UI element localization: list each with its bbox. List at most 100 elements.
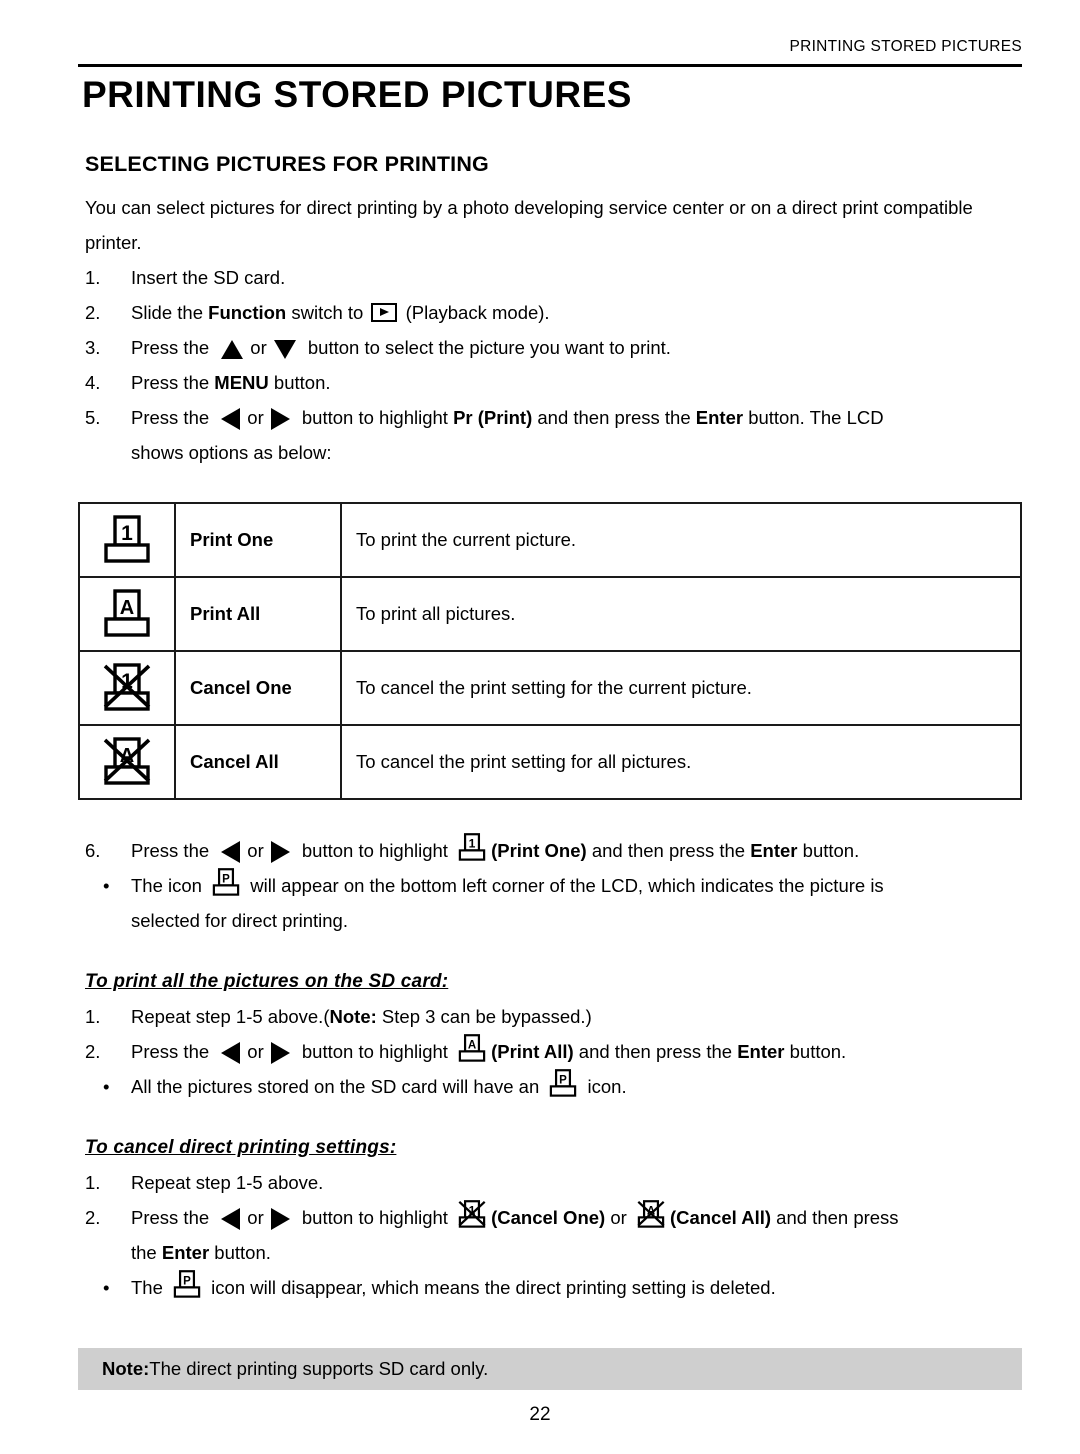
bullet-list-print-one: • The icon P will appear on the bottom l…: [85, 868, 1025, 938]
content-top: You can select pictures for direct print…: [85, 190, 1025, 470]
table-cell-name: Print All: [174, 576, 342, 652]
step-text-post3: button.: [797, 840, 860, 861]
print-one-icon: 1: [457, 833, 487, 862]
step-text-post: button to select the picture you want to…: [302, 337, 671, 358]
list-item: • The icon P will appear on the bottom l…: [85, 868, 1025, 938]
keyword-enter: Enter: [695, 407, 744, 428]
arrow-right-icon: [270, 1208, 290, 1231]
step-number: 2.: [85, 302, 101, 323]
step-number: 1.: [85, 1006, 101, 1027]
print-all-icon: A: [101, 589, 153, 639]
step-text-pre: Press the: [131, 840, 215, 861]
bullet-text-pre: The: [131, 1277, 169, 1298]
table-row: 1 Print One To print the current picture…: [78, 502, 1022, 578]
step-item: 4. Press the MENU button.: [85, 365, 1025, 400]
svg-text:P: P: [183, 1276, 191, 1288]
step-text: Repeat step 1-5 above.: [131, 1172, 324, 1193]
svg-text:A: A: [120, 597, 134, 619]
step-text-mid: or: [247, 407, 264, 428]
table-row: A Print All To print all pictures.: [78, 576, 1022, 652]
bullet-text-pre: The icon: [131, 875, 208, 896]
arrow-right-icon: [270, 408, 290, 431]
table-cell-name: Cancel One: [174, 650, 342, 726]
keyword-enter: Enter: [750, 840, 798, 861]
table-cell-icon: A: [78, 724, 176, 800]
svg-text:P: P: [222, 874, 230, 886]
intro-paragraph: You can select pictures for direct print…: [85, 197, 973, 253]
step-text-post3: button. The LCD: [743, 407, 884, 428]
step-text-mid: or: [247, 1041, 264, 1062]
keyword-print-all: (Print All): [491, 1041, 574, 1062]
table-cell-description: To print the current picture.: [340, 502, 1022, 578]
steps-list-print-all: 1. Repeat step 1-5 above.(Note: Step 3 c…: [85, 999, 1025, 1069]
step-item: 1. Repeat step 1-5 above.(Note: Step 3 c…: [85, 999, 1025, 1034]
page-title: PRINTING STORED PICTURES: [82, 74, 632, 115]
step-item: 6. Press the or button to highlight 1 (Pr…: [85, 833, 1025, 868]
svg-text:1: 1: [121, 522, 133, 545]
bullet-list-print-all: • All the pictures stored on the SD card…: [85, 1069, 1025, 1104]
step-text: Insert the SD card.: [131, 267, 286, 288]
bullet-list-cancel: • The P icon will disappear, which means…: [85, 1270, 1025, 1305]
playback-mode-icon: [371, 303, 398, 323]
bullet-text-post: will appear on the bottom left corner of…: [245, 875, 884, 896]
step-text-pre: Press the: [131, 337, 215, 358]
subheading-print-all: To print all the pictures on the SD card…: [85, 971, 449, 992]
step-text-pre: Press the: [131, 407, 215, 428]
table-cell-icon: 1: [78, 650, 176, 726]
step-text-pre: Press the: [131, 372, 215, 393]
step-text-post3: button.: [784, 1041, 847, 1062]
arrow-right-icon: [270, 841, 290, 864]
step-text-post: button.: [268, 372, 331, 393]
svg-text:A: A: [468, 1040, 477, 1052]
print-mark-icon: P: [548, 1069, 578, 1098]
step-line2-post: button.: [209, 1242, 271, 1263]
cancel-all-icon: A: [636, 1200, 666, 1229]
step-item: 2. Press the or button to highlight A (Pr…: [85, 1034, 1025, 1069]
step-text-post: button to highlight: [296, 407, 454, 428]
step-number: 1.: [85, 1172, 101, 1193]
step-text-pre: Slide the: [131, 302, 209, 323]
print-mark-icon: P: [211, 868, 241, 897]
list-item: • All the pictures stored on the SD card…: [85, 1069, 1025, 1104]
step-text-pre: Press the: [131, 1207, 215, 1228]
steps-list-primary: 1. Insert the SD card. 2. Slide the Func…: [85, 260, 1025, 470]
subheading-cancel: To cancel direct printing settings:: [85, 1137, 397, 1158]
cancel-one-icon: 1: [101, 663, 153, 713]
print-all-icon: A: [457, 1034, 487, 1063]
step-text-post: button to highlight: [296, 840, 454, 861]
note-box: Note: The direct printing supports SD ca…: [78, 1348, 1022, 1390]
bullet-dot: •: [103, 1277, 110, 1298]
keyword-enter: Enter: [161, 1242, 210, 1263]
step-item: 2. Press the or button to highlight 1 (Ca…: [85, 1200, 1025, 1270]
step-number: 5.: [85, 407, 101, 428]
arrow-left-icon: [221, 1042, 241, 1065]
keyword-cancel-all: (Cancel All): [669, 1207, 772, 1228]
step-text-mid: switch to: [286, 302, 369, 323]
table-cell-description: To print all pictures.: [340, 576, 1022, 652]
keyword-print-one: (Print One): [491, 840, 587, 861]
table-row: 1 Cancel One To cancel the print setting…: [78, 650, 1022, 726]
keyword-note: Note:: [329, 1006, 377, 1027]
step-number: 2.: [85, 1041, 101, 1062]
running-header: PRINTING STORED PICTURES: [789, 38, 1022, 55]
step-item: 1. Repeat step 1-5 above.: [85, 1165, 1025, 1200]
table-cell-icon: 1: [78, 502, 176, 578]
arrow-left-icon: [221, 841, 241, 864]
print-options-table: 1 Print One To print the current picture…: [78, 502, 1022, 800]
step-text-post: Step 3 can be bypassed.): [376, 1006, 592, 1027]
step-item: 3. Press the or button to select the pic…: [85, 330, 1025, 365]
keyword-enter: Enter: [737, 1041, 785, 1062]
arrow-right-icon: [270, 1042, 290, 1065]
step-text-post: button to highlight: [296, 1207, 454, 1228]
table-cell-name: Print One: [174, 502, 342, 578]
section-heading: SELECTING PICTURES FOR PRINTING: [85, 152, 489, 176]
table-cell-icon: A: [78, 576, 176, 652]
step-text-line2: shows options as below:: [131, 442, 332, 463]
keyword-menu: MENU: [214, 372, 269, 393]
step-text-post: (Playback mode).: [400, 302, 550, 323]
step-number: 1.: [85, 267, 101, 288]
step-number: 2.: [85, 1207, 101, 1228]
step-text-conj: or: [605, 1207, 632, 1228]
